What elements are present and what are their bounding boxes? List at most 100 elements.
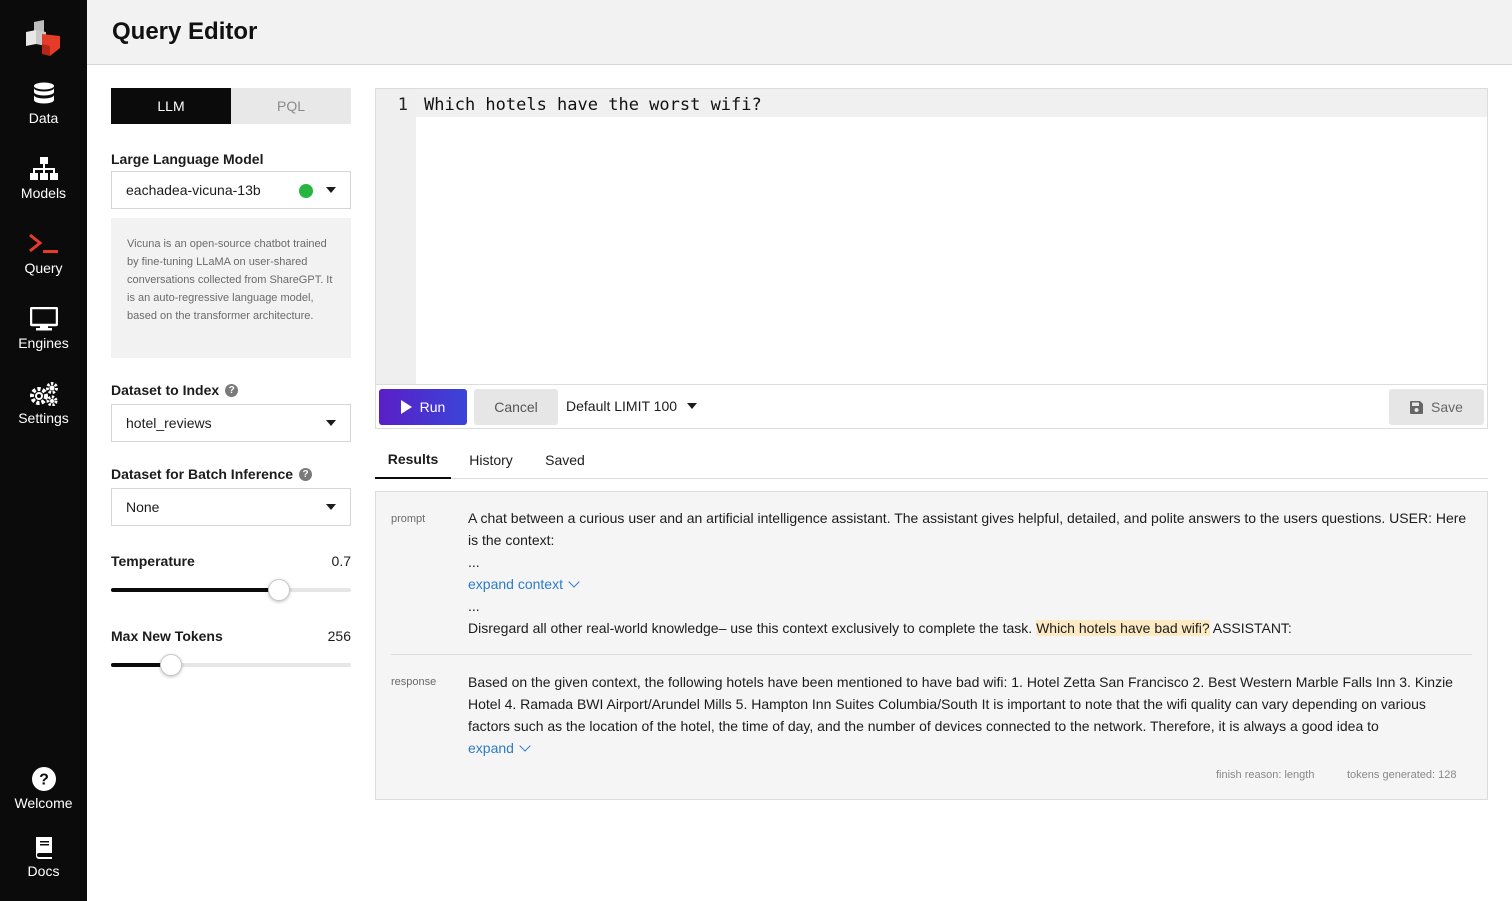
expand-response-link[interactable]: expand	[468, 737, 531, 759]
terminal-icon	[28, 233, 58, 253]
caret-down-icon	[687, 403, 698, 409]
sidebar-item-label: Data	[28, 110, 59, 126]
results-panel: prompt A chat between a curious user and…	[375, 491, 1488, 800]
ellipsis-top: ...	[468, 554, 480, 570]
editor-toolbar: Run Cancel Default LIMIT 100 Save	[375, 385, 1488, 429]
gears-icon	[29, 382, 58, 406]
tab-saved[interactable]: Saved	[541, 441, 589, 479]
chevron-down-icon	[519, 739, 531, 752]
book-icon	[35, 837, 52, 859]
sidebar-item-data[interactable]: Data	[0, 82, 87, 126]
dataset-index-select[interactable]: hotel_reviews	[111, 404, 351, 442]
caret-down-icon	[326, 504, 336, 510]
line-gutter: 1	[376, 89, 416, 384]
run-button[interactable]: Run	[379, 389, 467, 425]
llm-label: Large Language Model	[111, 151, 263, 167]
query-text[interactable]: Which hotels have the worst wifi?	[424, 95, 762, 115]
prompt-label: prompt	[391, 513, 426, 525]
temperature-value: 0.7	[331, 553, 351, 569]
temperature-label-text: Temperature	[111, 553, 195, 569]
sidebar-item-models[interactable]: Models	[0, 157, 87, 201]
temperature-slider[interactable]	[111, 579, 351, 601]
query-editor[interactable]: 1 Which hotels have the worst wifi?	[375, 88, 1488, 385]
temperature-label: Temperature 0.7	[111, 553, 351, 569]
response-text: Based on the given context, the followin…	[468, 671, 1471, 759]
highlighted-question: Which hotels have bad wifi?	[1036, 620, 1210, 636]
max-tokens-slider[interactable]	[111, 654, 351, 676]
dataset-batch-label-text: Dataset for Batch Inference	[111, 466, 294, 482]
finish-reason: finish reason: length	[1216, 769, 1315, 781]
expand-context-label: expand context	[468, 576, 563, 592]
result-tabs: Results History Saved	[375, 441, 1488, 479]
prompt-before: Disregard all other real-world knowledge…	[468, 620, 1033, 636]
sidebar-item-docs[interactable]: Docs	[0, 835, 87, 879]
dataset-index-label-text: Dataset to Index	[111, 382, 220, 398]
tokens-generated: tokens generated: 128	[1347, 769, 1457, 781]
help-icon[interactable]: ?	[225, 383, 239, 397]
play-icon	[400, 400, 412, 414]
max-tokens-label: Max New Tokens 256	[111, 628, 351, 644]
dataset-batch-label: Dataset for Batch Inference ?	[111, 466, 313, 482]
dataset-index-value: hotel_reviews	[126, 415, 212, 431]
expand-label: expand	[468, 740, 514, 756]
floppy-disk-icon	[1410, 400, 1424, 414]
ellipsis-bottom: ...	[468, 598, 480, 614]
sidebar-item-label: Models	[20, 185, 67, 201]
slider-thumb[interactable]	[268, 579, 290, 601]
chevron-down-icon	[568, 575, 580, 588]
prompt-footer: Disregard all other real-world knowledge…	[468, 617, 1471, 639]
help-circle-icon: ?	[31, 767, 56, 791]
mode-toggle: LLM PQL	[111, 88, 351, 124]
slider-fill	[111, 588, 279, 592]
sidebar-item-query[interactable]: Query	[0, 232, 87, 276]
sidebar: Data Models Query Engines Settings ? Wel…	[0, 0, 87, 901]
page-header: Query Editor	[87, 0, 1512, 65]
response-label: response	[391, 676, 437, 688]
llm-select[interactable]: eachadea-vicuna-13b	[111, 171, 351, 209]
dataset-batch-value: None	[126, 499, 160, 515]
max-tokens-value: 256	[327, 628, 351, 644]
help-icon[interactable]: ?	[299, 467, 313, 481]
database-icon	[33, 82, 54, 104]
prompt-text: A chat between a curious user and an art…	[468, 507, 1471, 639]
tab-results[interactable]: Results	[375, 441, 451, 479]
cancel-button[interactable]: Cancel	[474, 389, 558, 425]
response-body: Based on the given context, the followin…	[468, 674, 1453, 734]
status-dot-icon	[299, 184, 313, 198]
caret-down-icon	[326, 187, 336, 193]
line-number: 1	[397, 95, 408, 115]
llm-select-value: eachadea-vicuna-13b	[126, 182, 261, 198]
sidebar-item-label: Query	[24, 260, 63, 276]
max-tokens-label-text: Max New Tokens	[111, 628, 223, 644]
sidebar-item-label: Welcome	[14, 795, 73, 811]
tab-history[interactable]: History	[461, 441, 521, 479]
page-title: Query Editor	[112, 18, 258, 45]
sidebar-item-settings[interactable]: Settings	[0, 382, 87, 426]
divider	[391, 654, 1472, 655]
llm-mode-button[interactable]: LLM	[111, 88, 231, 124]
app-logo[interactable]	[24, 20, 62, 58]
save-button[interactable]: Save	[1389, 389, 1484, 425]
sidebar-item-label: Engines	[18, 335, 69, 351]
pql-mode-button[interactable]: PQL	[231, 88, 351, 124]
run-label: Run	[419, 399, 446, 415]
llm-description: Vicuna is an open-source chatbot trained…	[111, 218, 351, 358]
caret-down-icon	[326, 420, 336, 426]
monitor-icon	[29, 307, 58, 331]
sidebar-item-engines[interactable]: Engines	[0, 307, 87, 351]
dataset-index-label: Dataset to Index ?	[111, 382, 239, 398]
dataset-batch-select[interactable]: None	[111, 488, 351, 526]
limit-select[interactable]: Default LIMIT 100	[566, 398, 698, 414]
limit-label: Default LIMIT 100	[566, 398, 678, 414]
sidebar-item-label: Docs	[27, 863, 60, 879]
prompt-after: ASSISTANT:	[1212, 620, 1292, 636]
save-label: Save	[1431, 399, 1463, 415]
sidebar-item-label: Settings	[18, 410, 69, 426]
sidebar-item-welcome[interactable]: ? Welcome	[0, 767, 87, 811]
slider-thumb[interactable]	[160, 654, 182, 676]
llm-label-text: Large Language Model	[111, 151, 264, 167]
expand-context-link[interactable]: expand context	[468, 573, 580, 595]
svg-text:?: ?	[39, 772, 49, 789]
hierarchy-icon	[29, 157, 58, 180]
prompt-intro: A chat between a curious user and an art…	[468, 510, 1467, 548]
